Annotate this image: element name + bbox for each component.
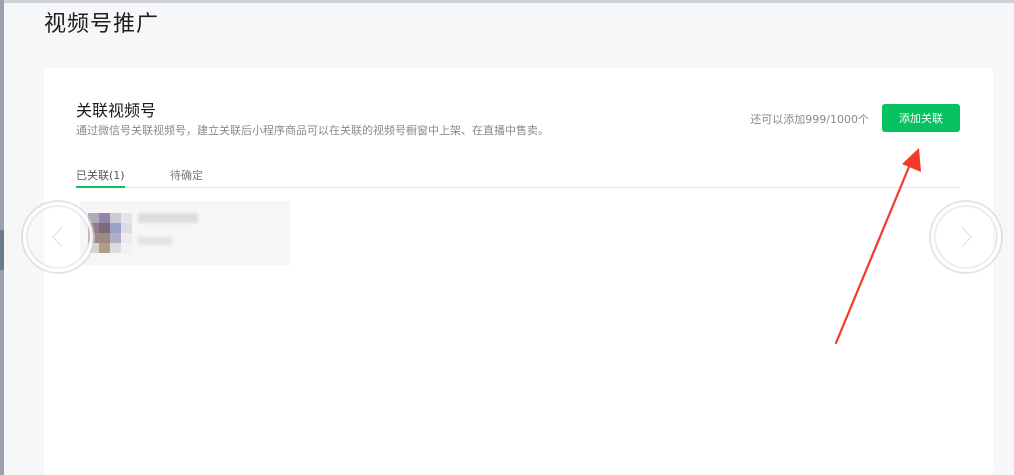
- avatar: [88, 213, 132, 253]
- previous-button[interactable]: [23, 202, 93, 272]
- chevron-right-icon: [960, 225, 973, 249]
- window-top-border: [0, 0, 1014, 3]
- window-left-edge: [0, 0, 4, 475]
- account-id-redacted: [138, 237, 172, 245]
- linked-account-item[interactable]: [80, 201, 290, 265]
- next-button[interactable]: [931, 202, 1001, 272]
- tab-bar: 已关联(1) 待确定: [76, 159, 960, 188]
- section-description: 通过微信号关联视频号，建立关联后小程序商品可以在关联的视频号橱窗中上架、在直播中…: [76, 124, 549, 137]
- quota-text: 还可以添加999/1000个: [750, 113, 869, 126]
- account-name-redacted: [138, 213, 198, 223]
- section-title: 关联视频号: [76, 101, 157, 120]
- add-link-button[interactable]: 添加关联: [882, 104, 960, 132]
- tab-linked[interactable]: 已关联(1): [76, 167, 125, 188]
- linked-channels-card: 关联视频号 通过微信号关联视频号，建立关联后小程序商品可以在关联的视频号橱窗中上…: [44, 68, 993, 475]
- chevron-left-icon: [51, 225, 64, 249]
- tab-pending[interactable]: 待确定: [170, 167, 203, 183]
- page-title: 视频号推广: [44, 12, 160, 37]
